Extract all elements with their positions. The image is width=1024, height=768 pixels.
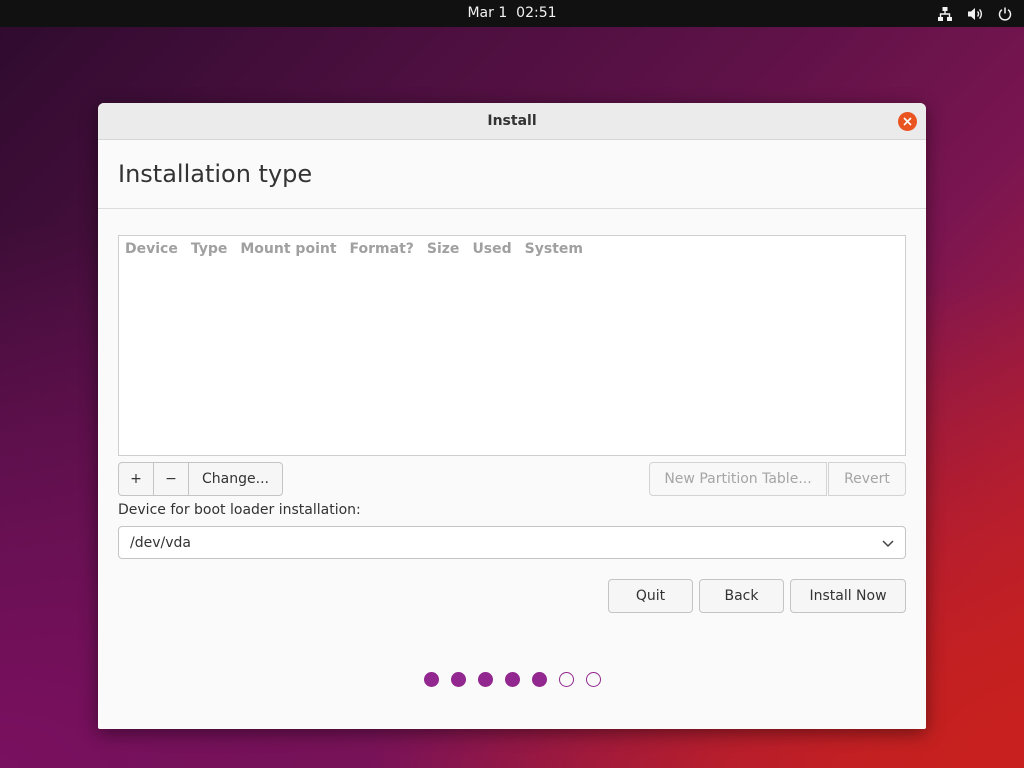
network-icon[interactable] xyxy=(936,5,954,23)
progress-indicator xyxy=(98,672,926,687)
close-icon xyxy=(903,117,912,126)
chevron-down-icon xyxy=(882,540,894,548)
progress-dot xyxy=(531,672,547,687)
volume-icon[interactable] xyxy=(966,5,984,23)
progress-dot xyxy=(477,672,493,687)
window-titlebar[interactable]: Install xyxy=(98,103,926,140)
remove-partition-button[interactable]: − xyxy=(153,462,189,496)
quit-button[interactable]: Quit xyxy=(608,579,693,613)
power-icon[interactable] xyxy=(996,5,1014,23)
progress-dot xyxy=(558,672,574,687)
page-title: Installation type xyxy=(118,160,313,188)
progress-dot xyxy=(423,672,439,687)
add-partition-button[interactable]: + xyxy=(118,462,154,496)
partition-edit-buttons: + − Change... xyxy=(118,462,283,496)
progress-dot xyxy=(450,672,466,687)
back-button[interactable]: Back xyxy=(699,579,784,613)
clock-date: Mar 1 xyxy=(467,5,508,21)
clock[interactable]: Mar 1 02:51 xyxy=(0,0,1024,27)
change-partition-button[interactable]: Change... xyxy=(188,462,283,496)
column-mount-point[interactable]: Mount point xyxy=(240,241,336,257)
install-window: Install Installation type Device Type Mo… xyxy=(98,103,926,729)
window-title: Install xyxy=(487,113,537,129)
column-format[interactable]: Format? xyxy=(350,241,414,257)
column-type[interactable]: Type xyxy=(191,241,228,257)
column-used[interactable]: Used xyxy=(472,241,511,257)
partition-table-header: Device Type Mount point Format? Size Use… xyxy=(119,236,905,262)
boot-loader-select[interactable]: /dev/vda xyxy=(118,526,906,559)
revert-button[interactable]: Revert xyxy=(828,462,906,496)
close-button[interactable] xyxy=(898,112,917,131)
column-size[interactable]: Size xyxy=(427,241,460,257)
clock-time: 02:51 xyxy=(516,5,557,21)
partition-table-buttons: New Partition Table... Revert xyxy=(649,462,906,496)
column-device[interactable]: Device xyxy=(125,241,178,257)
boot-loader-value: /dev/vda xyxy=(130,534,191,551)
new-partition-table-button[interactable]: New Partition Table... xyxy=(649,462,827,496)
partition-table[interactable]: Device Type Mount point Format? Size Use… xyxy=(118,235,906,456)
boot-loader-label: Device for boot loader installation: xyxy=(118,502,361,518)
top-bar: Mar 1 02:51 xyxy=(0,0,1024,27)
dialog-actions: Quit Back Install Now xyxy=(608,579,906,613)
column-system[interactable]: System xyxy=(525,241,583,257)
progress-dot xyxy=(504,672,520,687)
progress-dot xyxy=(585,672,601,687)
install-now-button[interactable]: Install Now xyxy=(790,579,906,613)
system-tray[interactable] xyxy=(936,0,1014,27)
page-header: Installation type xyxy=(98,140,926,209)
